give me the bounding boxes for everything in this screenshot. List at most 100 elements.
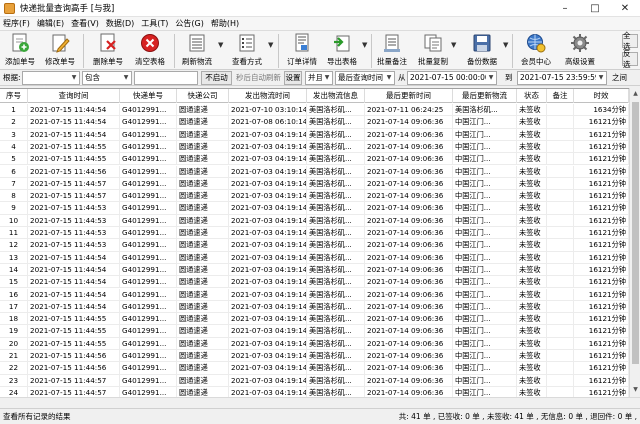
table-row[interactable]: 23 2021-07-15 11:44:57 G4012991... 圆通速递 2021… (0, 374, 629, 387)
cell-query-time: 2021-07-15 11:44:54 (28, 276, 120, 289)
menu-view[interactable]: 查看(V) (71, 17, 99, 30)
table-row[interactable]: 19 2021-07-15 11:44:55 G4012991... 圆通速递 2021… (0, 325, 629, 338)
table-row[interactable]: 21 2021-07-15 11:44:56 G4012991... 圆通速递 2021… (0, 350, 629, 363)
cell-last-update-time: 2021-07-14 09:06:36 (365, 313, 453, 326)
auto-refresh-button[interactable]: 不启动 (201, 71, 232, 85)
header-col-duration[interactable]: 时效 (574, 89, 629, 103)
delete-number-button[interactable]: 删除单号 (91, 31, 125, 71)
time-field-select[interactable]: 最后查询时间 ▼ (335, 71, 395, 85)
refresh-dropdown-icon[interactable]: ▼ (218, 41, 223, 49)
cell-courier: 圆通速递 (177, 153, 229, 166)
cell-note (547, 153, 574, 166)
menu-program[interactable]: 程序(F) (3, 17, 30, 30)
header-col-last-update-time[interactable]: 最后更新时间 (365, 89, 453, 103)
header-col-note[interactable]: 备注 (547, 89, 574, 103)
export-table-button[interactable]: 导出表格 (325, 31, 359, 71)
header-col-ship-info[interactable]: 发出物流信息 (307, 89, 365, 103)
filter-operator-select[interactable]: 包含 ▼ (82, 71, 132, 85)
settings-button[interactable]: 设置 (284, 71, 302, 85)
header-col-courier[interactable]: 快递公司 (177, 89, 229, 103)
edit-number-button[interactable]: 修改单号 (43, 31, 77, 71)
copy-dropdown-icon[interactable]: ▼ (451, 41, 456, 49)
table-row[interactable]: 17 2021-07-15 11:44:54 G4012991... 圆通速递 2021… (0, 300, 629, 314)
app-logo-icon (4, 2, 15, 14)
export-dropdown-icon[interactable]: ▼ (362, 41, 367, 49)
menu-data[interactable]: 数据(D) (106, 17, 134, 30)
backup-dropdown-icon[interactable]: ▼ (503, 41, 508, 49)
batch-copy-button[interactable]: 批量复制 (416, 31, 450, 71)
menu-help[interactable]: 帮助(H) (211, 17, 239, 30)
filter-value-input[interactable] (134, 71, 198, 85)
table-row[interactable]: 20 2021-07-15 11:44:55 G4012991... 圆通速递 2021… (0, 337, 629, 350)
cell-ship-time: 2021-07-03 04:19:14 (229, 263, 307, 277)
scroll-up-arrow-icon[interactable]: ▲ (631, 89, 640, 99)
clear-table-button[interactable]: 清空表格 (133, 31, 167, 71)
add-number-button[interactable]: 添加单号 (3, 31, 37, 71)
scroll-down-arrow-icon[interactable]: ▼ (631, 385, 640, 395)
header-col-last-update-info[interactable]: 最后更新物流 (453, 89, 517, 103)
cell-ship-time: 2021-07-03 04:19:14 (229, 140, 307, 154)
view-mode-button[interactable]: 查看方式 (229, 31, 265, 71)
cell-duration: 16121分钟 (574, 227, 629, 240)
horizontal-scrollbar[interactable] (0, 397, 640, 408)
header-col-query-time[interactable]: 查询时间 (28, 89, 120, 103)
cell-duration: 16121分钟 (574, 350, 629, 363)
table-row[interactable]: 16 2021-07-15 11:44:54 G4012991... 圆通速递 2021… (0, 288, 629, 301)
menu-tools[interactable]: 工具(T) (141, 17, 168, 30)
table-row[interactable]: 8 2021-07-15 11:44:57 G4012991... 圆通速递 2021-… (0, 190, 629, 203)
table-row[interactable]: 1 2021-07-15 11:44:54 G4012991... 圆通速递 2021-… (0, 104, 629, 117)
to-datetime-input[interactable]: 2021-07-15 23:59:59 ▼ (517, 71, 607, 85)
edit-number-label: 修改单号 (45, 57, 75, 66)
table-row[interactable]: 10 2021-07-15 11:44:53 G4012991... 圆通速递 2021… (0, 214, 629, 227)
cell-ship-time: 2021-07-03 04:19:14 (229, 300, 307, 314)
cell-ship-time: 2021-07-03 04:19:14 (229, 313, 307, 326)
header-col-ship-time[interactable]: 发出物流时间 (229, 89, 307, 103)
table-row[interactable]: 15 2021-07-15 11:44:54 G4012991... 圆通速递 2021… (0, 276, 629, 289)
table-row[interactable]: 3 2021-07-15 11:44:54 G4012991... 圆通速递 2021-… (0, 128, 629, 141)
table-header: 序号 查询时间 快递单号 快递公司 发出物流时间 发出物流信息 最后更新时间 最后更新物流 状态… (0, 89, 629, 103)
view-mode-dropdown-icon[interactable]: ▼ (268, 41, 273, 49)
header-col-status[interactable]: 状态 (517, 89, 547, 103)
minimize-button[interactable]: – (550, 0, 580, 17)
table-row[interactable]: 11 2021-07-15 11:44:53 G4012991... 圆通速递 2021… (0, 227, 629, 240)
refresh-logistics-button[interactable]: 刷新物流 (180, 31, 214, 71)
cell-status: 未签收 (517, 239, 547, 252)
table-row[interactable]: 7 2021-07-15 11:44:57 G4012991... 圆通速递 2021-… (0, 177, 629, 191)
member-center-button[interactable]: 会员中心 (516, 31, 556, 71)
table-row[interactable]: 24 2021-07-15 11:44:57 G4012991... 圆通速递 2021… (0, 386, 629, 397)
header-col-index[interactable]: 序号 (0, 89, 28, 103)
toolbar-separator (278, 34, 279, 68)
select-all-button[interactable]: 全选 (622, 31, 638, 51)
table-row[interactable]: 13 2021-07-15 11:44:54 G4012991... 圆通速递 2021… (0, 251, 629, 264)
scrollbar-thumb[interactable] (632, 102, 639, 364)
cell-status: 未签收 (517, 214, 547, 227)
cell-ship-info: 美国洛杉矶... (307, 288, 365, 301)
table-row[interactable]: 5 2021-07-15 11:44:55 G4012991... 圆通速递 2021-… (0, 153, 629, 166)
menu-notice[interactable]: 公告(G) (175, 17, 203, 30)
table-row[interactable]: 4 2021-07-15 11:44:55 G4012991... 圆通速递 2021-… (0, 140, 629, 154)
table-row[interactable]: 2 2021-07-15 11:44:54 G4012991... 圆通速递 2021-… (0, 116, 629, 129)
order-detail-button[interactable]: 订单详情 (284, 31, 320, 71)
cell-last-update-time: 2021-07-14 09:06:36 (365, 325, 453, 338)
batch-note-button[interactable]: 批量备注 (375, 31, 409, 71)
maximize-button[interactable]: □ (580, 0, 610, 17)
close-button[interactable]: ✕ (610, 0, 640, 17)
cell-ship-time: 2021-07-03 04:19:14 (229, 239, 307, 252)
table-row[interactable]: 14 2021-07-15 11:44:54 G4012991... 圆通速递 2021… (0, 263, 629, 277)
table-row[interactable]: 18 2021-07-15 11:44:55 G4012991... 圆通速递 2021… (0, 313, 629, 326)
cell-ship-info: 美国洛杉矶... (307, 350, 365, 363)
header-col-tracking-number[interactable]: 快递单号 (120, 89, 177, 103)
backup-data-button[interactable]: 备份数据 (463, 31, 501, 71)
cell-ship-time: 2021-07-03 04:19:14 (229, 202, 307, 215)
filter-field-select[interactable]: ▼ (22, 71, 80, 85)
table-row[interactable]: 22 2021-07-15 11:44:56 G4012991... 圆通速递 2021… (0, 362, 629, 375)
from-datetime-input[interactable]: 2021-07-15 00:00:00 ▼ (407, 71, 497, 85)
table-row[interactable]: 6 2021-07-15 11:44:56 G4012991... 圆通速递 2021-… (0, 165, 629, 178)
logic-select[interactable]: 并且 ▼ (305, 71, 333, 85)
table-row[interactable]: 9 2021-07-15 11:44:53 G4012991... 圆通速递 2021-… (0, 202, 629, 215)
menu-edit[interactable]: 编辑(E) (37, 17, 64, 30)
invert-selection-button[interactable]: 反选 (622, 49, 638, 69)
advanced-settings-button[interactable]: 高级设置 (560, 31, 600, 71)
vertical-scrollbar[interactable]: ▲ ▼ (629, 88, 640, 397)
table-row[interactable]: 12 2021-07-15 11:44:53 G4012991... 圆通速递 2021… (0, 239, 629, 252)
